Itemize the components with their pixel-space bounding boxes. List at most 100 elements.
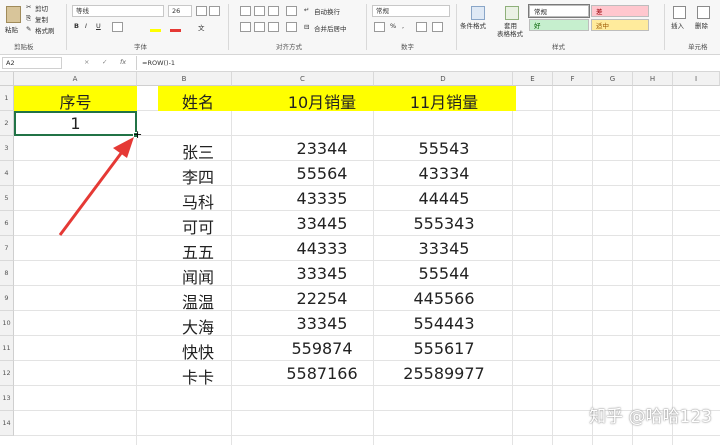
style-normal[interactable]: 常规 bbox=[528, 4, 590, 18]
select-all-corner[interactable] bbox=[0, 72, 14, 86]
cell-name[interactable]: 闻闻 bbox=[182, 264, 214, 288]
header-cell-nov[interactable]: 11月销量 bbox=[374, 89, 514, 113]
row-header[interactable]: 7 bbox=[0, 236, 14, 261]
selected-cell-a2[interactable] bbox=[14, 111, 137, 136]
style-good[interactable]: 好 bbox=[529, 19, 589, 31]
name-box[interactable]: A2 bbox=[2, 57, 62, 69]
paste-button[interactable]: 粘贴 bbox=[4, 4, 22, 34]
row-header[interactable]: 2 bbox=[0, 111, 14, 136]
fx-icon[interactable]: fx bbox=[120, 58, 126, 66]
column-header[interactable]: A bbox=[14, 72, 137, 86]
row-header[interactable]: 9 bbox=[0, 286, 14, 311]
row-header[interactable]: 5 bbox=[0, 186, 14, 211]
cell-oct-sales[interactable]: 22254 bbox=[252, 289, 392, 308]
align-bottom-icon[interactable] bbox=[268, 6, 279, 16]
align-right-icon[interactable] bbox=[268, 22, 279, 32]
row-header[interactable]: 14 bbox=[0, 411, 14, 436]
row-header[interactable]: 12 bbox=[0, 361, 14, 386]
font-color-icon[interactable] bbox=[170, 22, 181, 32]
align-top-icon[interactable] bbox=[240, 6, 251, 16]
column-header[interactable]: F bbox=[553, 72, 593, 86]
column-header[interactable]: I bbox=[673, 72, 720, 86]
cell-nov-sales[interactable]: 33345 bbox=[374, 239, 514, 258]
cell-oct-sales[interactable]: 33345 bbox=[252, 264, 392, 283]
style-neutral[interactable]: 适中 bbox=[591, 19, 649, 31]
cell-oct-sales[interactable]: 44333 bbox=[252, 239, 392, 258]
insert-button[interactable]: 插入 bbox=[670, 4, 688, 34]
cell-name[interactable]: 张三 bbox=[182, 139, 214, 163]
cell-nov-sales[interactable]: 44445 bbox=[374, 189, 514, 208]
font-size-select[interactable]: 26 bbox=[168, 5, 192, 17]
cell-oct-sales[interactable]: 33445 bbox=[252, 214, 392, 233]
row-header[interactable]: 11 bbox=[0, 336, 14, 361]
cell-nov-sales[interactable]: 445566 bbox=[374, 289, 514, 308]
row-header[interactable]: 4 bbox=[0, 161, 14, 186]
cell-oct-sales[interactable]: 43335 bbox=[252, 189, 392, 208]
align-middle-icon[interactable] bbox=[254, 6, 265, 16]
grid-row-line bbox=[14, 160, 720, 161]
decrease-decimal-icon[interactable] bbox=[432, 22, 443, 32]
row-header[interactable]: 10 bbox=[0, 311, 14, 336]
underline-button[interactable]: U bbox=[96, 22, 101, 30]
grid-row-line bbox=[14, 310, 720, 311]
format-as-table-button[interactable]: 套用 表格格式 bbox=[497, 4, 525, 38]
column-header[interactable]: D bbox=[374, 72, 513, 86]
increase-decimal-icon[interactable] bbox=[416, 22, 427, 32]
phonetic-button[interactable]: 文 bbox=[198, 22, 205, 32]
column-header[interactable]: E bbox=[513, 72, 553, 86]
cell-nov-sales[interactable]: 55543 bbox=[374, 139, 514, 158]
font-name-select[interactable]: 等线 bbox=[72, 5, 164, 17]
align-left-icon[interactable] bbox=[240, 22, 251, 32]
bold-button[interactable]: B bbox=[74, 22, 79, 30]
align-center-icon[interactable] bbox=[254, 22, 265, 32]
indent-icon[interactable] bbox=[286, 22, 297, 32]
currency-icon[interactable] bbox=[374, 22, 385, 32]
column-header[interactable]: G bbox=[593, 72, 633, 86]
conditional-format-button[interactable]: 条件格式 bbox=[460, 4, 494, 34]
row-header[interactable]: 13 bbox=[0, 386, 14, 411]
cell-name[interactable]: 李四 bbox=[182, 164, 214, 188]
fill-color-icon[interactable] bbox=[150, 22, 161, 32]
row-header[interactable]: 1 bbox=[0, 86, 14, 111]
cancel-icon[interactable]: × bbox=[84, 58, 89, 66]
shrink-font-icon[interactable] bbox=[209, 6, 220, 16]
enter-icon[interactable]: ✓ bbox=[102, 58, 107, 66]
cell-nov-sales[interactable]: 555343 bbox=[374, 214, 514, 233]
cell-name[interactable]: 快快 bbox=[182, 339, 214, 363]
cell-oct-sales[interactable]: 33345 bbox=[252, 314, 392, 333]
cell-oct-sales[interactable]: 55564 bbox=[252, 164, 392, 183]
cell-nov-sales[interactable]: 25589977 bbox=[374, 364, 514, 383]
row-header[interactable]: 8 bbox=[0, 261, 14, 286]
borders-icon[interactable] bbox=[112, 22, 123, 32]
number-format-select[interactable]: 常规 bbox=[372, 5, 450, 17]
cell-oct-sales[interactable]: 5587166 bbox=[252, 364, 392, 383]
cell-name[interactable]: 马科 bbox=[182, 189, 214, 213]
cell-name[interactable]: 大海 bbox=[182, 314, 214, 338]
header-cell-seq[interactable]: 序号 bbox=[14, 89, 137, 113]
cell-nov-sales[interactable]: 55544 bbox=[374, 264, 514, 283]
column-header[interactable]: B bbox=[137, 72, 232, 86]
row-header[interactable]: 6 bbox=[0, 211, 14, 236]
header-cell-oct[interactable]: 10月销量 bbox=[252, 89, 392, 113]
cell-oct-sales[interactable]: 23344 bbox=[252, 139, 392, 158]
column-header[interactable]: H bbox=[633, 72, 673, 86]
delete-button[interactable]: 删除 bbox=[694, 4, 712, 34]
cell-nov-sales[interactable]: 43334 bbox=[374, 164, 514, 183]
row-header[interactable]: 3 bbox=[0, 136, 14, 161]
formula-input[interactable]: =ROW()-1 bbox=[136, 56, 719, 70]
cell-name[interactable]: 可可 bbox=[182, 214, 214, 238]
comma-button[interactable]: , bbox=[402, 22, 404, 30]
cell-name[interactable]: 温温 bbox=[182, 289, 214, 313]
grow-font-icon[interactable] bbox=[196, 6, 207, 16]
cell-nov-sales[interactable]: 554443 bbox=[374, 314, 514, 333]
italic-button[interactable]: I bbox=[85, 22, 87, 30]
column-header[interactable]: C bbox=[232, 72, 374, 86]
percent-button[interactable]: % bbox=[390, 22, 396, 30]
orientation-icon[interactable] bbox=[286, 6, 297, 16]
style-bad[interactable]: 差 bbox=[591, 5, 649, 17]
cell-oct-sales[interactable]: 559874 bbox=[252, 339, 392, 358]
cell-name[interactable]: 卡卡 bbox=[182, 364, 214, 388]
header-cell-name[interactable]: 姓名 bbox=[182, 89, 214, 113]
cell-name[interactable]: 五五 bbox=[182, 239, 214, 263]
cell-nov-sales[interactable]: 555617 bbox=[374, 339, 514, 358]
